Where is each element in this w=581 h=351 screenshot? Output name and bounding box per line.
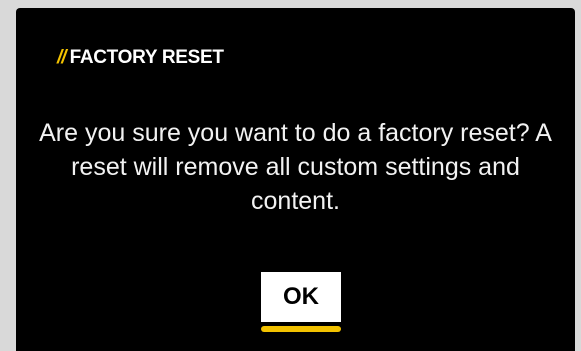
- dialog-title: // FACTORY RESET: [57, 47, 224, 69]
- dialog-message: Are you sure you want to do a factory re…: [39, 119, 552, 215]
- dialog-title-text: FACTORY RESET: [69, 47, 224, 68]
- factory-reset-dialog: // FACTORY RESET Are you sure you want t…: [16, 8, 575, 351]
- title-slashes: //: [57, 47, 67, 68]
- ok-button[interactable]: OK: [261, 272, 341, 322]
- focus-indicator: [261, 326, 341, 332]
- screen: // FACTORY RESET Are you sure you want t…: [0, 0, 581, 351]
